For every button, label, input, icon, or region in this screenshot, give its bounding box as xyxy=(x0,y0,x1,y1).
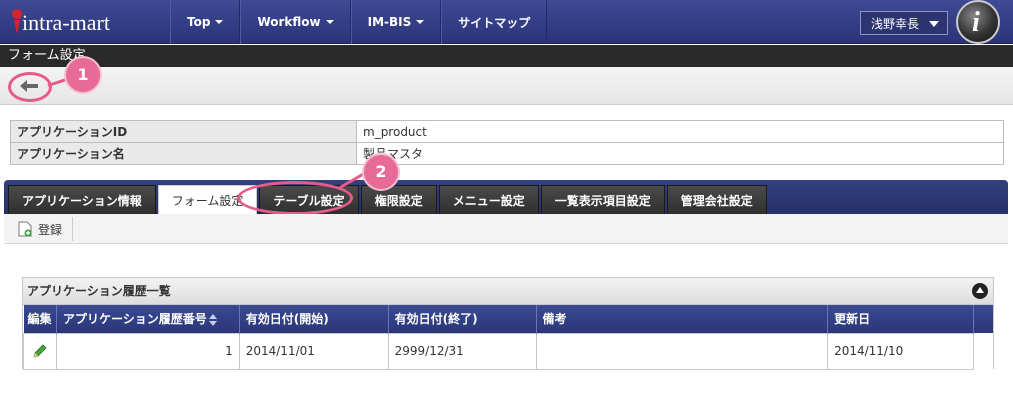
chevron-down-icon xyxy=(416,20,425,24)
annotation-badge-2: 2 xyxy=(364,155,398,189)
action-toolbar: 登録 xyxy=(4,214,1008,244)
nav-item-label: IM-BIS xyxy=(367,15,412,29)
column-header-start-date[interactable]: 有効日付(開始) xyxy=(239,305,389,333)
application-history-panel: アプリケーション履歴一覧 編集 アプリケーション履歴番号 有効日付(開始) 有効… xyxy=(22,277,994,370)
main-nav: Top Workflow IM-BIS サイトマップ xyxy=(170,0,548,44)
pencil-edit-icon[interactable] xyxy=(32,343,48,359)
chevron-down-icon xyxy=(215,20,224,24)
info-value: 製品マスタ xyxy=(356,142,1004,165)
page-title: フォーム設定 xyxy=(0,45,1013,67)
collapse-up-icon[interactable] xyxy=(972,283,988,299)
grid-header-row: 編集 アプリケーション履歴番号 有効日付(開始) 有効日付(終了) 備考 更新日 xyxy=(23,305,993,333)
history-grid: 編集 アプリケーション履歴番号 有効日付(開始) 有効日付(終了) 備考 更新日… xyxy=(23,305,993,370)
table-row: アプリケーション名 製品マスタ xyxy=(10,142,1004,165)
register-button[interactable]: 登録 xyxy=(10,217,74,241)
nav-item-sitemap[interactable]: サイトマップ xyxy=(441,0,548,44)
nav-item-label: Workflow xyxy=(257,15,321,29)
annotation-badge-1: 1 xyxy=(66,58,100,92)
sort-icon[interactable] xyxy=(208,313,217,326)
column-header-label: アプリケーション履歴番号 xyxy=(62,312,207,327)
panel-title: アプリケーション履歴一覧 xyxy=(27,284,171,298)
nav-item-im-bis[interactable]: IM-BIS xyxy=(350,0,442,44)
back-toolbar xyxy=(0,67,1013,105)
user-name: 浅野幸長 xyxy=(871,16,920,31)
tab-application-info[interactable]: アプリケーション情報 xyxy=(8,185,156,214)
nav-item-workflow[interactable]: Workflow xyxy=(240,0,351,44)
panel-header: アプリケーション履歴一覧 xyxy=(23,278,993,305)
tab-menu-settings[interactable]: メニュー設定 xyxy=(438,185,539,214)
updated-date-cell: 2014/11/10 xyxy=(827,332,974,370)
info-label: アプリケーション名 xyxy=(10,142,357,165)
column-header-note[interactable]: 備考 xyxy=(536,305,829,333)
brand-i-icon[interactable]: i xyxy=(956,0,1000,44)
logo-text: intra-mart xyxy=(22,10,110,35)
column-header-history-no[interactable]: アプリケーション履歴番号 xyxy=(56,305,240,333)
start-date-cell: 2014/11/01 xyxy=(238,332,389,370)
info-value: m_product xyxy=(356,120,1004,143)
column-header-edit: 編集 xyxy=(23,305,57,333)
tab-permission-settings[interactable]: 権限設定 xyxy=(360,185,437,214)
column-header-end-date[interactable]: 有効日付(終了) xyxy=(388,305,537,333)
grid-scroll-filler xyxy=(973,305,993,333)
tab-list-display-settings[interactable]: 一覧表示項目設定 xyxy=(540,185,665,214)
nav-item-label: サイトマップ xyxy=(458,15,531,30)
nav-item-top[interactable]: Top xyxy=(170,0,241,44)
info-label: アプリケーションID xyxy=(10,120,357,143)
annotation-ring xyxy=(237,181,353,215)
table-row[interactable]: 1 2014/11/01 2999/12/31 2014/11/10 xyxy=(23,332,993,370)
nav-item-label: Top xyxy=(187,15,211,29)
add-document-icon xyxy=(18,221,32,237)
end-date-cell: 2999/12/31 xyxy=(387,332,537,370)
intra-mart-logo[interactable]: intra-mart xyxy=(8,6,158,38)
settings-tab-bar: アプリケーション情報 フォーム設定 テーブル設定 権限設定 メニュー設定 一覧表… xyxy=(4,180,1008,214)
application-info-table: アプリケーションID m_product アプリケーション名 製品マスタ xyxy=(10,120,1004,165)
grid-scroll-filler xyxy=(973,333,993,369)
chevron-down-icon xyxy=(325,20,334,24)
register-label: 登録 xyxy=(38,222,63,237)
top-navbar: intra-mart Top Workflow IM-BIS サイトマップ 浅野… xyxy=(0,0,1013,44)
tab-company-settings[interactable]: 管理会社設定 xyxy=(666,185,767,214)
annotation-ring xyxy=(8,72,52,102)
table-row: アプリケーションID m_product xyxy=(10,120,1004,143)
chevron-down-icon xyxy=(929,21,939,27)
column-header-updated[interactable]: 更新日 xyxy=(827,305,974,333)
edit-cell[interactable] xyxy=(23,332,57,370)
user-menu-button[interactable]: 浅野幸長 xyxy=(860,11,948,35)
history-no-cell: 1 xyxy=(55,332,240,370)
note-cell xyxy=(535,332,829,370)
